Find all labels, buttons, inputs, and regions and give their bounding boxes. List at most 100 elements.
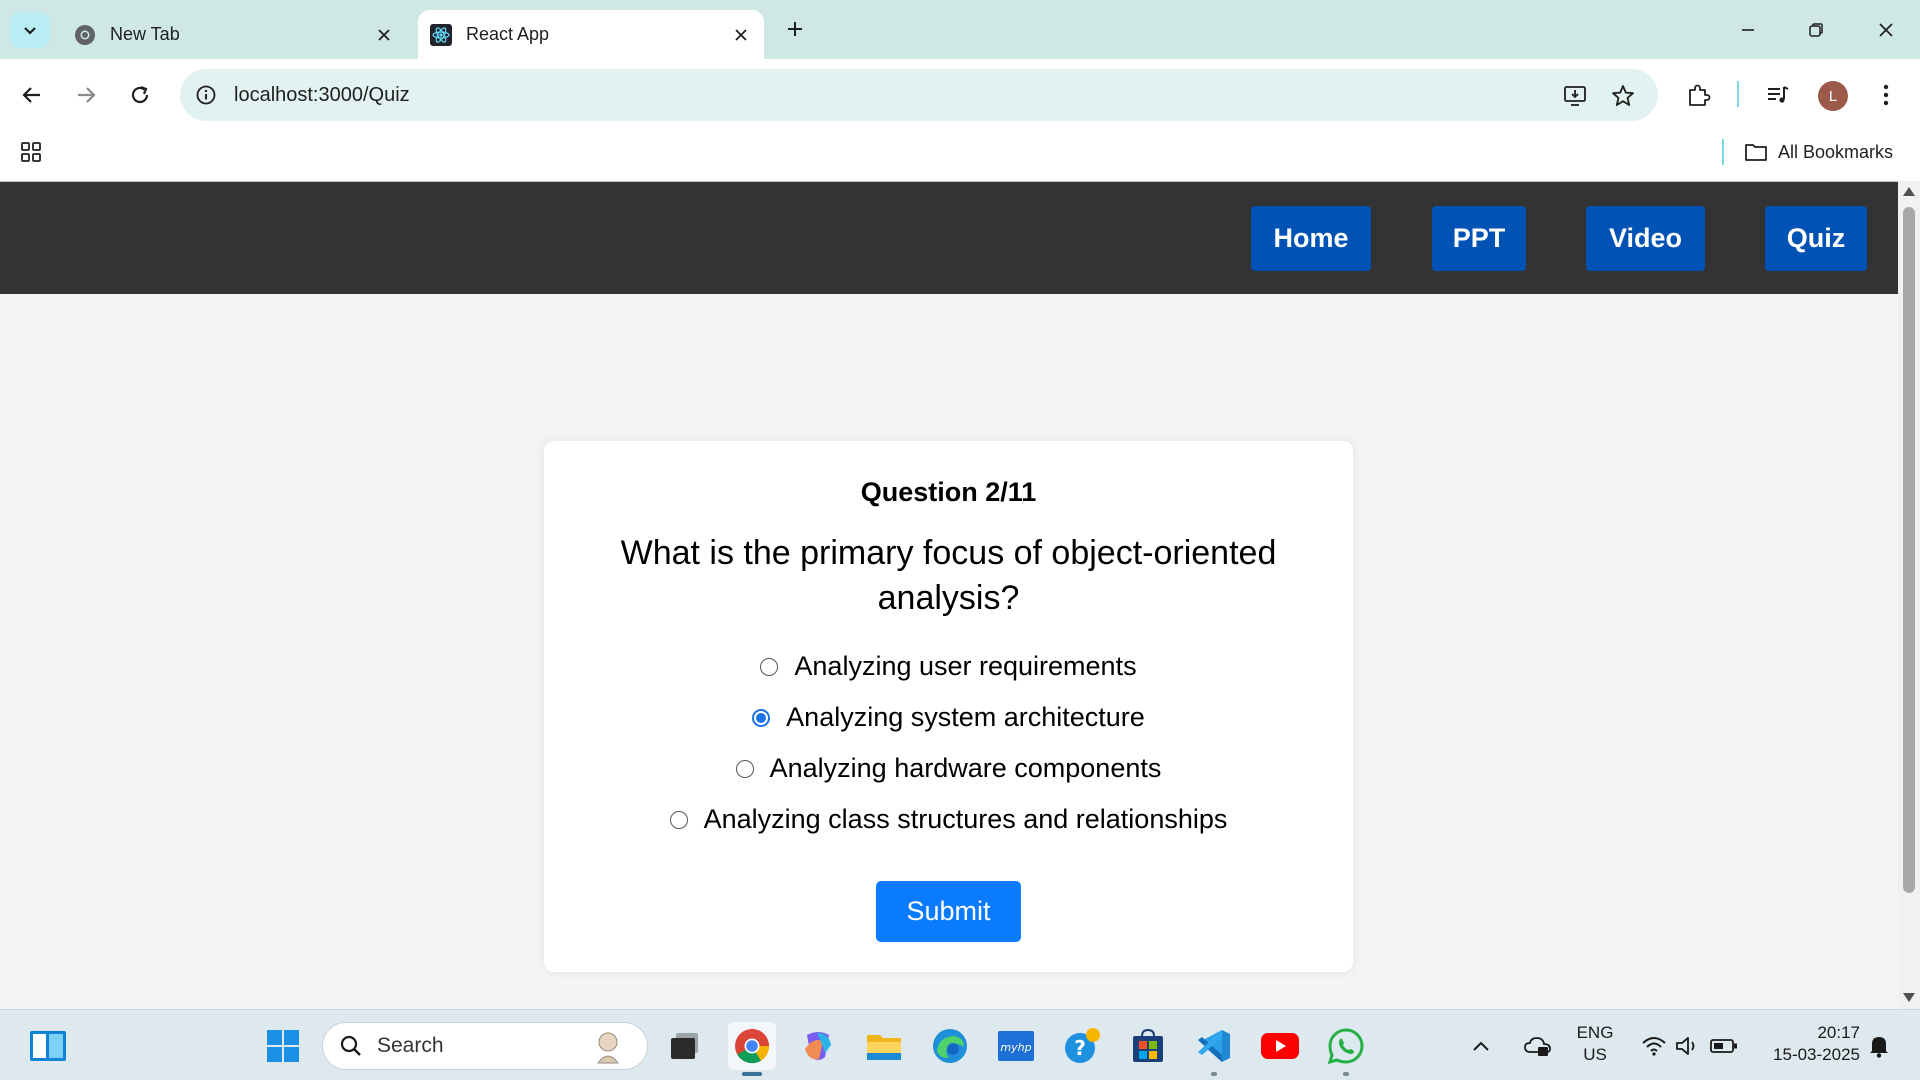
browser-toolbar: localhost:3000/Quiz L All Bookmarks [0, 59, 1920, 189]
reload-button[interactable] [122, 77, 158, 113]
url-text: localhost:3000/Quiz [234, 83, 410, 106]
close-icon [1879, 23, 1893, 37]
bookmarks-divider [1722, 139, 1724, 165]
taskbar-file-explorer[interactable] [860, 1022, 908, 1070]
answer-option[interactable]: Analyzing class structures and relations… [544, 794, 1353, 845]
answer-option[interactable]: Analyzing user requirements [544, 641, 1353, 692]
clock-date: 15-03-2025 [1773, 1045, 1860, 1064]
profile-avatar[interactable]: L [1818, 81, 1848, 111]
nav-video-button[interactable]: Video [1586, 206, 1705, 271]
taskbar-chrome[interactable] [728, 1022, 776, 1076]
bookmarks-bar: All Bookmarks [0, 131, 1920, 171]
nav-ppt-button[interactable]: PPT [1432, 206, 1526, 271]
install-app-icon[interactable] [1560, 81, 1590, 111]
scroll-up-arrow-icon[interactable] [1903, 187, 1915, 196]
onedrive-button[interactable] [1518, 1022, 1558, 1070]
scroll-down-arrow-icon[interactable] [1903, 993, 1915, 1002]
volume-status[interactable] [1670, 1022, 1704, 1070]
minimize-button[interactable] [1728, 12, 1768, 48]
clock-time: 20:17 [1817, 1023, 1860, 1042]
svg-text:myhp: myhp [1000, 1041, 1031, 1054]
forward-button[interactable] [68, 77, 104, 113]
myhp-icon: myhp [998, 1031, 1034, 1061]
taskbar: Search myhp ? ENG US 20:17 15-03-2025 [0, 1009, 1920, 1080]
vscode-icon [1198, 1030, 1230, 1062]
restore-icon [1809, 23, 1823, 37]
back-button[interactable] [14, 77, 50, 113]
answer-option[interactable]: Analyzing hardware components [544, 743, 1353, 794]
toolbar-divider [1737, 81, 1739, 107]
apps-grid-icon[interactable] [14, 137, 48, 167]
media-control-button[interactable] [1760, 77, 1796, 113]
nav-quiz-button[interactable]: Quiz [1765, 206, 1867, 271]
folder-icon [867, 1035, 901, 1060]
wifi-icon [1642, 1037, 1666, 1056]
search-label: Search [377, 1034, 444, 1057]
page-scrollbar[interactable] [1898, 181, 1920, 1009]
taskbar-vscode[interactable] [1190, 1022, 1238, 1076]
answer-option[interactable]: Analyzing system architecture [544, 692, 1353, 743]
taskbar-search[interactable]: Search [322, 1022, 648, 1070]
address-bar[interactable]: localhost:3000/Quiz [180, 69, 1658, 121]
active-indicator [742, 1072, 762, 1076]
all-bookmarks-label: All Bookmarks [1778, 141, 1894, 162]
chrome-icon [735, 1029, 770, 1064]
bookmark-star-icon[interactable] [1608, 81, 1638, 111]
taskbar-get-help[interactable]: ? [1058, 1022, 1106, 1070]
radio-button[interactable] [760, 657, 779, 676]
close-icon[interactable] [730, 24, 752, 46]
close-window-button[interactable] [1866, 12, 1906, 48]
tab-title: New Tab [110, 24, 180, 44]
show-hidden-icons-button[interactable] [1466, 1022, 1496, 1070]
radio-button-selected[interactable] [752, 708, 771, 727]
widgets-button[interactable] [24, 1022, 72, 1070]
input-language[interactable]: ENG US [1574, 1022, 1616, 1066]
task-view-icon [671, 1033, 698, 1059]
taskbar-whatsapp[interactable] [1322, 1022, 1370, 1076]
submit-button[interactable]: Submit [876, 881, 1021, 942]
chrome-icon [74, 24, 96, 46]
running-indicator [1343, 1072, 1349, 1076]
start-button[interactable] [259, 1022, 307, 1070]
taskbar-edge[interactable] [926, 1022, 974, 1070]
chevron-down-icon [24, 27, 36, 35]
widgets-icon [30, 1031, 66, 1061]
taskbar-myhp[interactable]: myhp [992, 1022, 1040, 1070]
nav-home-button[interactable]: Home [1251, 206, 1371, 271]
clock[interactable]: 20:17 15-03-2025 [1758, 1022, 1860, 1066]
restore-button[interactable] [1796, 12, 1836, 48]
browser-menu-button[interactable] [1868, 77, 1904, 113]
tab-search-button[interactable] [10, 12, 50, 48]
folder-icon [1744, 142, 1768, 162]
scroll-thumb[interactable] [1903, 207, 1915, 893]
edge-icon [933, 1029, 967, 1063]
search-icon [340, 1035, 361, 1056]
taskbar-copilot[interactable] [794, 1022, 842, 1070]
battery-status[interactable] [1706, 1022, 1742, 1070]
close-icon[interactable] [373, 24, 395, 46]
region-code: US [1583, 1045, 1607, 1064]
extensions-button[interactable] [1680, 77, 1716, 113]
tab-title: React App [466, 24, 550, 44]
notifications-button[interactable] [1862, 1022, 1896, 1070]
site-info-icon[interactable] [192, 81, 220, 109]
radio-button[interactable] [669, 810, 688, 829]
answer-label: Analyzing class structures and relations… [703, 804, 1228, 834]
arrow-left-icon [22, 87, 40, 103]
taskbar-store[interactable] [1124, 1022, 1172, 1070]
help-icon: ? [1065, 1028, 1100, 1063]
all-bookmarks-button[interactable]: All Bookmarks [1744, 137, 1893, 167]
speaker-icon [1676, 1037, 1695, 1055]
quiz-card: Question 2/11 What is the primary focus … [544, 441, 1353, 972]
task-view-button[interactable] [660, 1022, 708, 1070]
tab-new-tab[interactable]: New Tab [62, 10, 407, 59]
whatsapp-icon [1327, 1028, 1364, 1065]
store-icon [1133, 1028, 1163, 1062]
tab-react-app[interactable]: React App [418, 10, 764, 59]
new-tab-button[interactable] [780, 14, 810, 44]
radio-button[interactable] [735, 759, 754, 778]
running-indicator [1211, 1072, 1217, 1076]
puzzle-icon [1689, 84, 1711, 106]
taskbar-youtube[interactable] [1256, 1022, 1304, 1070]
wifi-status[interactable] [1636, 1022, 1672, 1070]
